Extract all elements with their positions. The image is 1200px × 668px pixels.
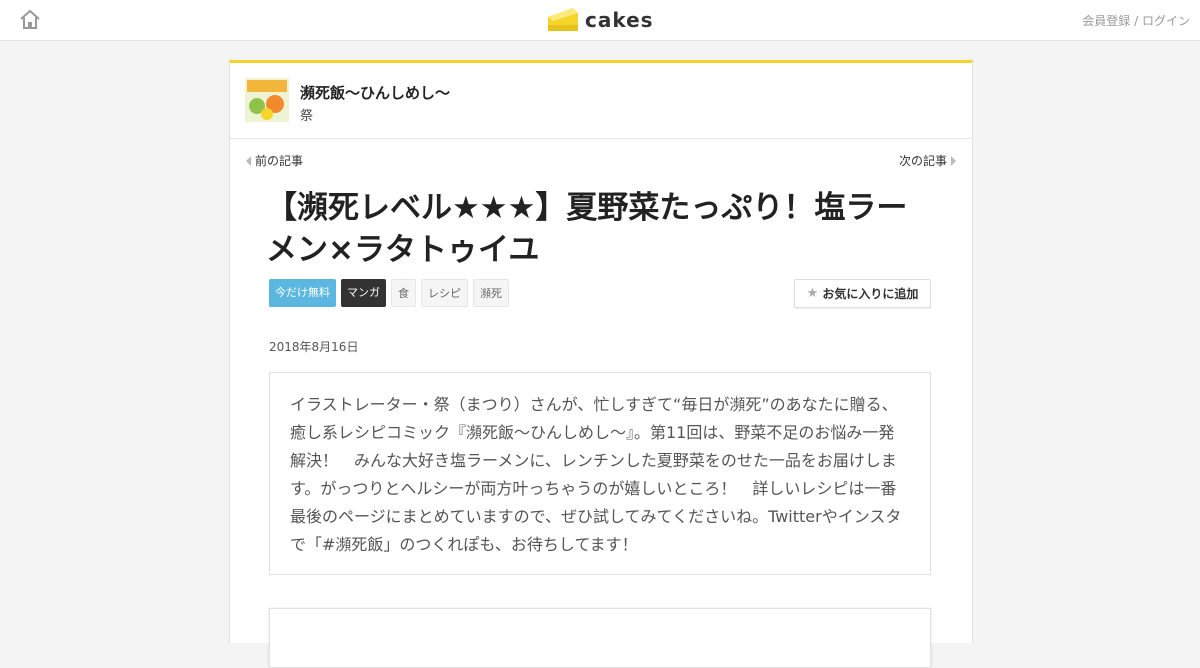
star-icon: ★ <box>806 286 819 301</box>
auth-links: 会員登録 / ログイン <box>1082 12 1190 29</box>
tag-hinshi[interactable]: 瀕死 <box>473 279 509 307</box>
series-header[interactable]: 瀕死飯～ひんしめし～ 祭 <box>230 63 972 139</box>
home-icon[interactable] <box>19 8 41 30</box>
tag-recipe[interactable]: レシピ <box>421 279 468 307</box>
chevron-left-icon <box>246 155 251 166</box>
tag-list: 今だけ無料 マンガ 食 レシピ 瀕死 <box>269 279 509 307</box>
article-title: 【瀕死レベル★★★】夏野菜たっぷり！塩ラーメン×ラタトゥイユ <box>266 190 908 268</box>
article-lead: イラストレーター・祭（まつり）さんが、忙しすぎて“毎日が瀕死”のあなたに贈る、癒… <box>269 372 931 575</box>
add-favorite-label: お気に入りに追加 <box>822 287 919 301</box>
next-article-link[interactable]: 次の記事 <box>899 152 956 169</box>
register-link[interactable]: 会員登録 <box>1082 14 1130 28</box>
add-favorite-button[interactable]: ★ お気に入りに追加 <box>794 279 931 308</box>
series-author[interactable]: 祭 <box>300 105 313 124</box>
site-logo[interactable]: cakes <box>547 6 654 34</box>
content-box <box>269 608 931 668</box>
tag-free-now[interactable]: 今だけ無料 <box>269 279 336 307</box>
logo-text: cakes <box>585 8 654 32</box>
prev-article-link[interactable]: 前の記事 <box>246 152 303 169</box>
tag-manga[interactable]: マンガ <box>341 279 386 307</box>
login-link[interactable]: ログイン <box>1142 14 1190 28</box>
article-card: 瀕死飯～ひんしめし～ 祭 前の記事 次の記事 【瀕死レベル★★★】夏野菜たっぷり… <box>229 60 973 668</box>
auth-separator: / <box>1130 14 1142 28</box>
series-title[interactable]: 瀕死飯～ひんしめし～ <box>300 82 450 103</box>
prev-article-label: 前の記事 <box>255 154 304 168</box>
top-bar: cakes 会員登録 / ログイン <box>0 0 1200 41</box>
tag-food[interactable]: 食 <box>391 279 416 307</box>
cake-logo-icon <box>548 8 578 31</box>
publish-date: 2018年8月16日 <box>269 340 359 354</box>
next-article-label: 次の記事 <box>898 154 947 168</box>
chevron-right-icon <box>951 155 956 166</box>
series-thumbnail[interactable] <box>245 78 289 122</box>
